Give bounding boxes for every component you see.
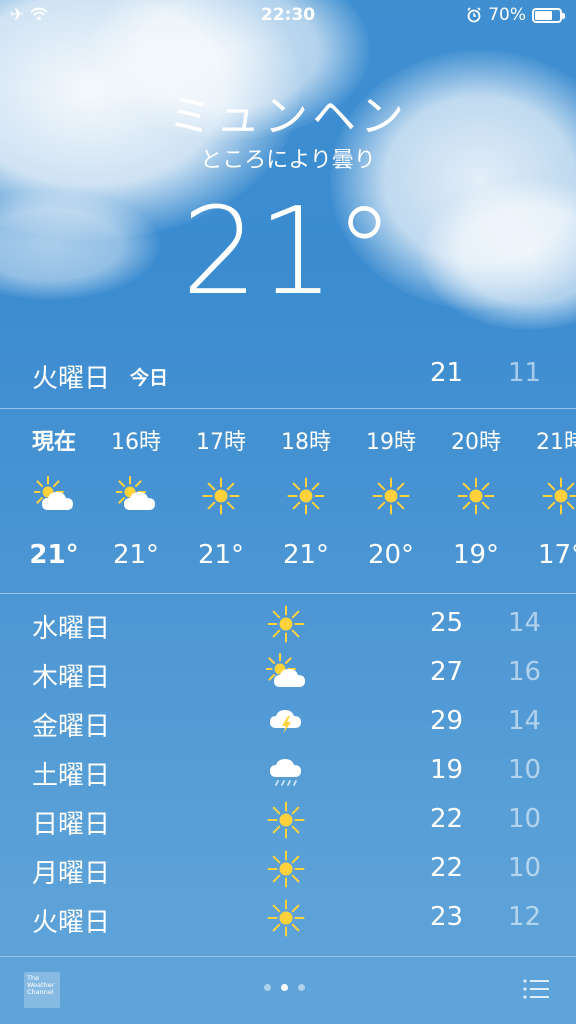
daily-row: 木曜日 27 16 bbox=[0, 649, 576, 698]
status-right: 70% bbox=[466, 5, 565, 25]
today-tag: 今日 bbox=[130, 367, 169, 389]
divider-footer bbox=[0, 956, 576, 957]
daily-row: 月曜日 22 10 bbox=[0, 845, 576, 894]
sun-icon bbox=[266, 604, 306, 644]
partly-cloudy-icon bbox=[11, 476, 97, 516]
page-dot[interactable] bbox=[264, 984, 271, 991]
battery-icon bbox=[532, 7, 565, 23]
hourly-label: 現在 bbox=[31, 430, 76, 455]
thunderstorm-icon bbox=[266, 702, 306, 742]
daily-day: 金曜日 bbox=[32, 712, 111, 742]
current-temperature: 21° bbox=[181, 183, 395, 322]
daily-day: 土曜日 bbox=[32, 761, 111, 791]
daily-high: 19 bbox=[430, 755, 464, 785]
sun-icon bbox=[266, 849, 306, 889]
hourly-temp: 19° bbox=[452, 540, 500, 570]
sun-icon bbox=[178, 476, 264, 516]
hourly-temp: 21° bbox=[282, 540, 330, 570]
brand-line: Channel bbox=[27, 988, 54, 996]
alarm-icon bbox=[467, 7, 481, 23]
list-icon[interactable] bbox=[522, 978, 550, 1000]
daily-low: 14 bbox=[508, 706, 542, 736]
daily-low: 10 bbox=[508, 853, 542, 883]
divider-bottom bbox=[0, 593, 576, 594]
today-high: 21 bbox=[430, 358, 464, 388]
status-bar: ✈ 22:30 70% bbox=[0, 0, 576, 32]
sun-icon bbox=[348, 476, 434, 516]
page-dot[interactable] bbox=[298, 984, 305, 991]
hourly-temp: 17° bbox=[537, 540, 576, 570]
hourly-temp: 20° bbox=[367, 540, 415, 570]
hourly-label: 18時 bbox=[281, 430, 331, 455]
sun-icon bbox=[433, 476, 519, 516]
daily-low: 16 bbox=[508, 657, 542, 687]
sun-icon bbox=[266, 898, 306, 938]
daily-day: 月曜日 bbox=[32, 859, 111, 889]
today-row: 火曜日 今日 21 11 bbox=[0, 352, 576, 398]
hourly-label: 19時 bbox=[366, 430, 416, 455]
divider-top bbox=[0, 408, 576, 409]
daily-low: 10 bbox=[508, 804, 542, 834]
today-day: 火曜日 bbox=[32, 364, 111, 394]
current-condition: ところにより曇り bbox=[200, 148, 376, 173]
hourly-temp: 21° bbox=[112, 540, 160, 570]
sun-icon bbox=[263, 476, 349, 516]
rain-icon bbox=[266, 751, 306, 791]
hourly-label: 16時 bbox=[111, 430, 161, 455]
daily-low: 10 bbox=[508, 755, 542, 785]
hourly-temp: 21° bbox=[29, 540, 79, 570]
weather-channel-logo[interactable]: The Weather Channel bbox=[24, 972, 60, 1008]
daily-row: 水曜日 25 14 bbox=[0, 600, 576, 649]
battery-percent: 70% bbox=[488, 5, 526, 25]
daily-day: 火曜日 bbox=[32, 908, 111, 938]
daily-high: 25 bbox=[430, 608, 464, 638]
hourly-forecast-strip[interactable]: 現在 21° 16時 21° 17時 21° 18時 21° 19時 20° 2… bbox=[0, 410, 576, 592]
daily-day: 木曜日 bbox=[32, 663, 111, 693]
daily-day: 水曜日 bbox=[32, 614, 111, 644]
daily-low: 14 bbox=[508, 608, 542, 638]
daily-high: 23 bbox=[430, 902, 464, 932]
hourly-label: 20時 bbox=[451, 430, 501, 455]
bottom-toolbar: The Weather Channel bbox=[0, 958, 576, 1024]
hourly-temp: 21° bbox=[197, 540, 245, 570]
daily-high: 22 bbox=[430, 804, 464, 834]
daily-low: 12 bbox=[508, 902, 542, 932]
daily-day: 日曜日 bbox=[32, 810, 111, 840]
hourly-label: 21時 bbox=[536, 430, 576, 455]
partly-cloudy-icon bbox=[266, 653, 306, 693]
page-dot-active[interactable] bbox=[281, 984, 288, 991]
today-low: 11 bbox=[508, 358, 542, 388]
city-name: ミュンヘン bbox=[168, 91, 408, 142]
partly-cloudy-icon bbox=[93, 476, 179, 516]
daily-high: 22 bbox=[430, 853, 464, 883]
daily-high: 29 bbox=[430, 706, 464, 736]
page-indicator[interactable] bbox=[264, 984, 305, 991]
daily-high: 27 bbox=[430, 657, 464, 687]
daily-row: 金曜日 29 14 bbox=[0, 698, 576, 747]
hourly-label: 17時 bbox=[196, 430, 246, 455]
daily-row: 土曜日 19 10 bbox=[0, 747, 576, 796]
sun-icon bbox=[266, 800, 306, 840]
daily-row: 日曜日 22 10 bbox=[0, 796, 576, 845]
sun-icon bbox=[518, 476, 576, 516]
daily-row: 火曜日 23 12 bbox=[0, 894, 576, 943]
